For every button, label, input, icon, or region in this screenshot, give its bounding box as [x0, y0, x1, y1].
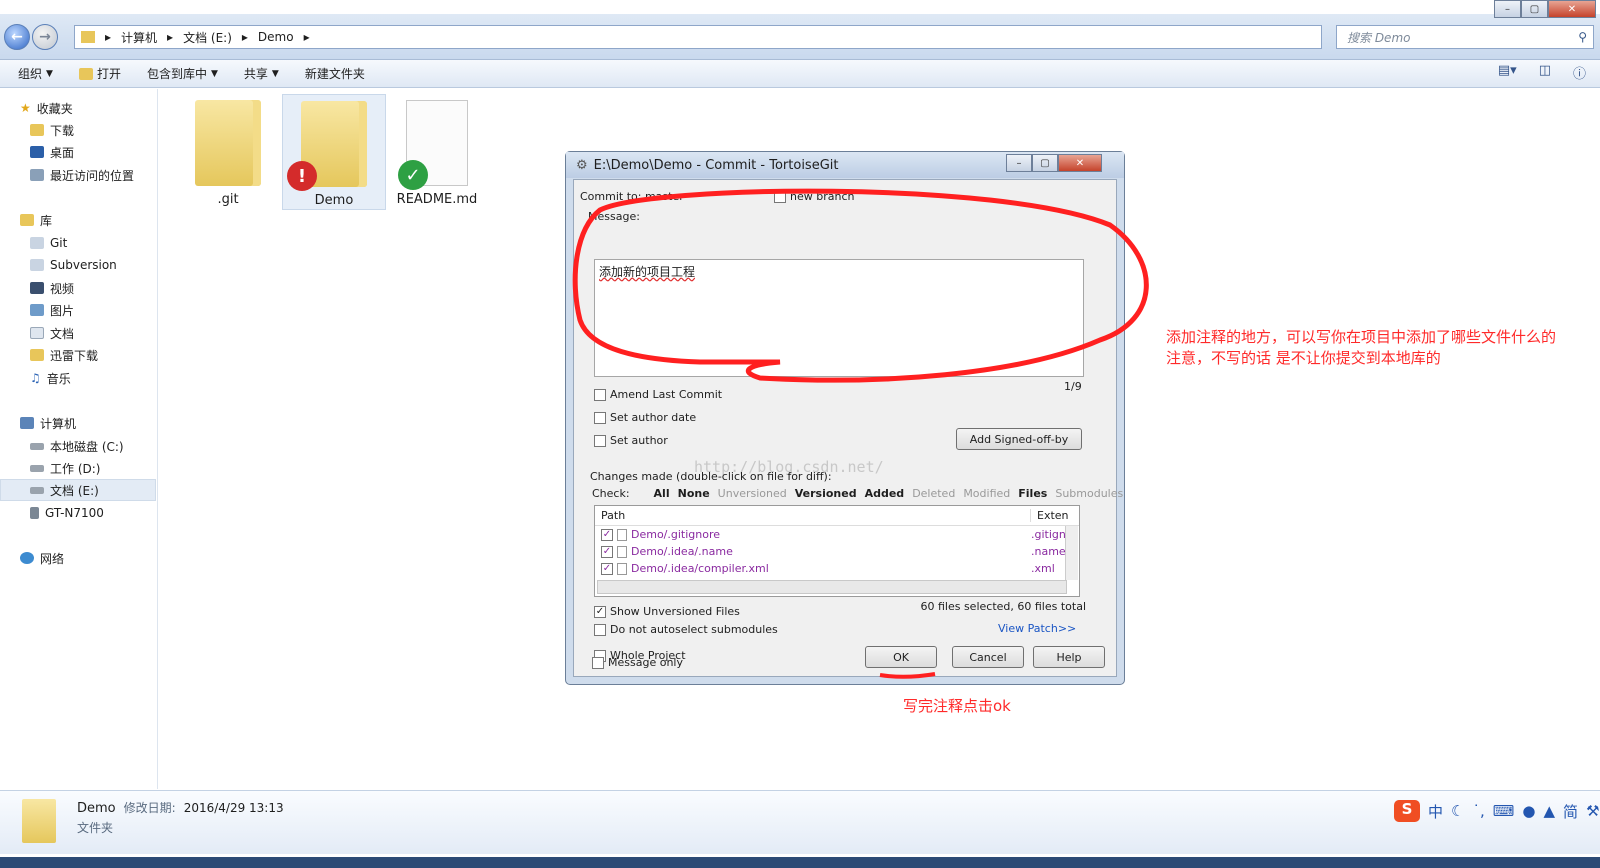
skin-icon[interactable]: ▲: [1544, 802, 1556, 820]
sogou-logo-icon[interactable]: S: [1394, 800, 1420, 822]
annotation-circle: [572, 188, 1149, 383]
wrench-icon[interactable]: ⚒: [1586, 802, 1599, 820]
details-modified-label: 修改日期:: [123, 801, 176, 815]
annotation-note-3: 写完注释点击ok: [903, 697, 1011, 715]
punctuation-icon[interactable]: ˙,: [1472, 802, 1484, 820]
annotation-underline: [879, 672, 936, 679]
details-pane: Demo 修改日期: 2016/4/29 13:13 文件夹: [0, 790, 1600, 854]
annotation-drawing: [572, 188, 1149, 679]
half-width-icon[interactable]: ☾: [1451, 802, 1464, 820]
details-type: 文件夹: [77, 821, 114, 835]
details-modified: 2016/4/29 13:13: [183, 801, 284, 815]
annotation-note-2: 注意，不写的话 是不让你提交到本地库的: [1166, 349, 1441, 367]
details-name: Demo: [77, 801, 116, 816]
user-icon[interactable]: ●: [1522, 802, 1535, 820]
folder-icon: [22, 799, 56, 843]
ime-simplified[interactable]: 简: [1563, 801, 1578, 822]
taskbar: [0, 857, 1600, 868]
details-line-1: Demo 修改日期: 2016/4/29 13:13: [77, 799, 284, 816]
ime-toolbar: S 中 ☾ ˙, ⌨ ● ▲ 简 ⚒: [1394, 800, 1600, 822]
keyboard-icon[interactable]: ⌨: [1493, 802, 1515, 820]
ime-language[interactable]: 中: [1428, 801, 1443, 822]
annotation-note-1: 添加注释的地方，可以写你在项目中添加了哪些文件什么的: [1166, 328, 1557, 346]
